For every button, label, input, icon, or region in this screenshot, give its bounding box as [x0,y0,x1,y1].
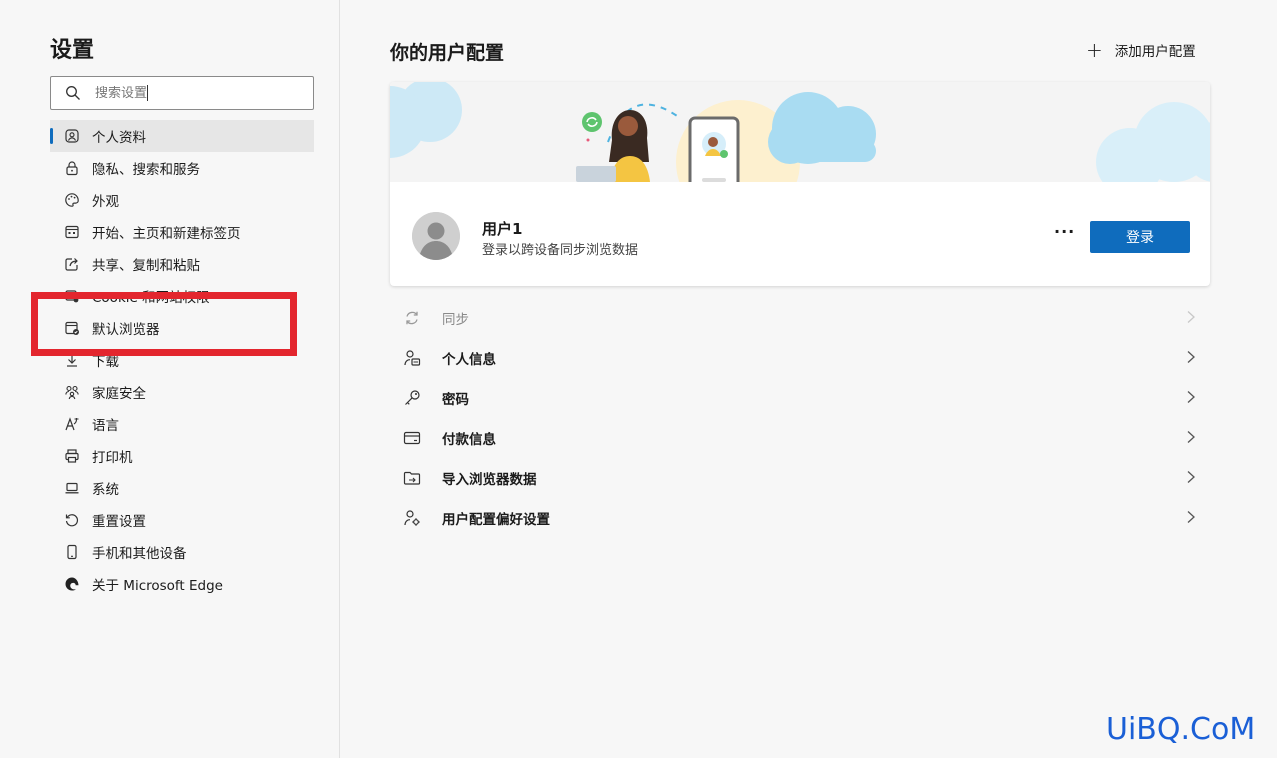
watermark: UiBQ.CoM [1106,712,1256,747]
laptop-icon [64,480,80,496]
sidebar-item-language[interactable]: 语言 [50,408,314,440]
sign-in-button[interactable]: 登录 [1090,221,1190,253]
sidebar-item-label: 开始、主页和新建标签页 [92,226,241,242]
sidebar-item-label: 共享、复制和粘贴 [92,258,200,274]
settings-row-label: 同步 [442,312,469,328]
settings-row-sync[interactable]: 同步 [390,298,1210,338]
sidebar-item-label: 系统 [92,482,119,498]
profile-icon [64,128,80,144]
share-icon [64,256,80,272]
sidebar-item-label: 打印机 [92,450,133,466]
sidebar-item-phone[interactable]: 手机和其他设备 [50,536,314,568]
default-browser-icon [64,320,80,336]
sidebar-item-share[interactable]: 共享、复制和粘贴 [50,248,314,280]
person-settings-icon [402,508,422,528]
sidebar-nav: 个人资料 隐私、搜索和服务 外观 开始、主页和新建标签页 共享、复制和粘贴 Co… [50,120,314,600]
settings-row-import-data[interactable]: 导入浏览器数据 [390,458,1210,498]
chevron-right-icon [1187,311,1195,323]
sidebar: 设置 个人资料 隐私、搜索和服务 外观 开始、主页和新建标签页 共享、复制和粘贴… [0,0,340,758]
settings-row-label: 导入浏览器数据 [442,472,537,488]
sidebar-item-label: 语言 [92,418,119,434]
plus-icon: + [1086,38,1103,62]
profile-settings-list: 同步 个人信息 密码 付款信息 导入浏览器数据 用户配置偏好设置 [390,298,1210,538]
settings-row-passwords[interactable]: 密码 [390,378,1210,418]
settings-row-profile-preferences[interactable]: 用户配置偏好设置 [390,498,1210,538]
sidebar-item-system[interactable]: 系统 [50,472,314,504]
chevron-right-icon [1187,391,1195,403]
search-icon [66,86,80,100]
phone-icon [64,544,80,560]
printer-icon [64,448,80,464]
profile-subtitle: 登录以跨设备同步浏览数据 [482,243,639,258]
sidebar-item-label: 重置设置 [92,514,146,530]
avatar[interactable] [412,212,460,260]
sidebar-item-label: Cookie 和网站权限 [92,290,210,306]
sidebar-item-label: 默认浏览器 [92,322,160,338]
profile-card: 用户1 登录以跨设备同步浏览数据 ··· 登录 [390,82,1210,286]
sidebar-item-start-home[interactable]: 开始、主页和新建标签页 [50,216,314,248]
more-options-button[interactable]: ··· [1054,222,1075,241]
add-profile-button[interactable]: + 添加用户配置 [1086,40,1196,60]
sidebar-item-label: 关于 Microsoft Edge [92,578,223,594]
add-profile-label: 添加用户配置 [1114,44,1196,60]
sidebar-title: 设置 [50,38,95,63]
sync-icon [402,308,422,328]
download-icon [64,352,80,368]
chevron-right-icon [1187,431,1195,443]
person-card-icon [402,348,422,368]
sidebar-item-label: 手机和其他设备 [92,546,187,562]
profile-banner-illustration [390,82,1210,182]
sidebar-item-about[interactable]: 关于 Microsoft Edge [50,568,314,600]
sidebar-item-label: 家庭安全 [92,386,146,402]
sidebar-item-label: 下载 [92,354,119,370]
sidebar-item-label: 外观 [92,194,119,210]
default-avatar-icon [412,212,460,260]
text-caret [147,85,148,101]
family-icon [64,384,80,400]
sidebar-item-cookies[interactable]: Cookie 和网站权限 [50,280,314,312]
import-folder-icon [402,468,422,488]
profile-name: 用户1 [482,220,523,238]
home-window-icon [64,224,80,240]
settings-row-label: 个人信息 [442,352,496,368]
edge-logo-icon [64,576,80,592]
sidebar-item-printers[interactable]: 打印机 [50,440,314,472]
language-icon [64,416,80,432]
lock-icon [64,160,80,176]
sidebar-item-privacy[interactable]: 隐私、搜索和服务 [50,152,314,184]
sidebar-item-label: 个人资料 [92,130,146,146]
palette-icon [64,192,80,208]
sidebar-item-profiles[interactable]: 个人资料 [50,120,314,152]
settings-row-personal-info[interactable]: 个人信息 [390,338,1210,378]
chevron-right-icon [1187,511,1195,523]
settings-row-label: 付款信息 [442,432,496,448]
search-box[interactable] [50,76,314,110]
key-icon [402,388,422,408]
sidebar-item-downloads[interactable]: 下载 [50,344,314,376]
cookie-settings-icon [64,288,80,304]
search-input[interactable] [95,85,295,101]
sidebar-item-default-browser[interactable]: 默认浏览器 [50,312,314,344]
settings-row-label: 密码 [442,392,469,408]
profile-row: 用户1 登录以跨设备同步浏览数据 ··· 登录 [390,182,1210,286]
sidebar-item-family[interactable]: 家庭安全 [50,376,314,408]
sync-illustration [390,82,1210,182]
credit-card-icon [402,428,422,448]
settings-row-label: 用户配置偏好设置 [442,512,550,528]
sidebar-item-reset[interactable]: 重置设置 [50,504,314,536]
sidebar-item-label: 隐私、搜索和服务 [92,162,200,178]
chevron-right-icon [1187,471,1195,483]
reset-icon [64,512,80,528]
settings-row-payment-info[interactable]: 付款信息 [390,418,1210,458]
chevron-right-icon [1187,351,1195,363]
page-title: 你的用户配置 [390,42,505,64]
sidebar-item-appearance[interactable]: 外观 [50,184,314,216]
